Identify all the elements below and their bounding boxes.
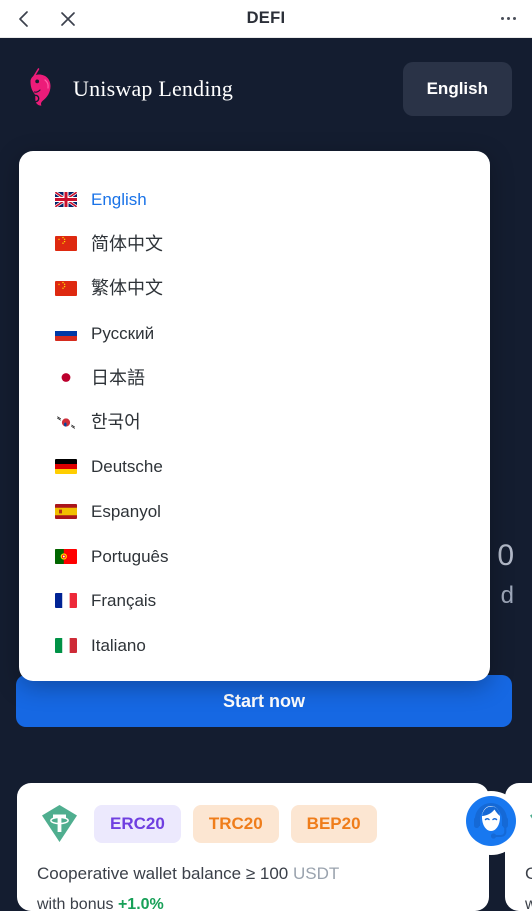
language-option-spanish[interactable]: Espanyol — [19, 489, 490, 534]
close-icon[interactable] — [58, 9, 78, 29]
language-option-german[interactable]: Deutsche — [19, 445, 490, 490]
language-option-french[interactable]: Français — [19, 578, 490, 623]
language-option-traditional-chinese[interactable]: 繁体中文 — [19, 266, 490, 311]
language-option-label: Русский — [91, 323, 155, 343]
promo-card-subtext: with bonus +1.0% — [37, 896, 469, 911]
flag-gb-icon — [55, 191, 77, 207]
language-option-japanese[interactable]: 日本語 — [19, 355, 490, 400]
flag-pt-icon — [55, 548, 77, 564]
language-option-label: Deutsche — [91, 457, 163, 477]
promo-card-condition: Cooperative wallet balance ≥ 100 — [37, 864, 289, 883]
language-option-label: 日本語 — [91, 367, 145, 388]
brand: Uniswap Lending — [18, 66, 233, 112]
flag-kr-icon — [55, 414, 77, 430]
flag-cn-icon — [55, 236, 77, 252]
flag-es-icon — [55, 503, 77, 519]
tether-icon — [37, 801, 82, 846]
language-option-label: 繁体中文 — [91, 278, 163, 299]
flag-cn-icon — [55, 280, 77, 296]
promo-card-header: ERC20 TRC20 BEP20 — [525, 801, 532, 846]
start-now-button[interactable]: Start now — [16, 675, 512, 727]
background-stat: 0 d — [497, 536, 514, 616]
promo-card-bonus-prefix: with bonus — [37, 895, 114, 911]
language-option-label: Français — [91, 591, 157, 611]
flag-de-icon — [55, 459, 77, 475]
language-option-italian[interactable]: Italiano — [19, 623, 490, 668]
language-option-korean[interactable]: 한국어 — [19, 400, 490, 445]
language-option-portuguese[interactable]: Português — [19, 534, 490, 579]
system-navbar: DEFI — [0, 0, 532, 38]
flag-it-icon — [55, 637, 77, 653]
chip-erc20[interactable]: ERC20 — [94, 804, 181, 843]
uniswap-unicorn-logo — [18, 66, 64, 112]
promo-card-condition: Cooperative wallet balance ≥ 500 — [525, 864, 532, 883]
more-dots — [500, 16, 516, 21]
chip-trc20[interactable]: TRC20 — [192, 804, 279, 843]
promo-card-subtext: with bonus +1.5% — [525, 896, 532, 911]
promo-card-text: Cooperative wallet balance ≥ 100 USDT — [37, 861, 469, 887]
language-option-label: Italiano — [91, 635, 146, 655]
promo-cards-row[interactable]: ERC20 TRC20 BEP20 Cooperative wallet bal… — [0, 783, 532, 911]
flag-fr-icon — [55, 593, 77, 609]
chip-bep20[interactable]: BEP20 — [290, 804, 377, 843]
flag-jp-icon — [55, 370, 77, 386]
flag-ru-icon — [55, 325, 77, 341]
tether-icon — [525, 801, 532, 846]
background-stat-unit: d — [500, 582, 514, 609]
promo-card-bonus-prefix: with bonus — [525, 895, 532, 911]
language-option-russian[interactable]: Русский — [19, 311, 490, 356]
background-stat-value: 0 — [497, 539, 514, 572]
language-option-label: Espanyol — [91, 501, 161, 521]
customer-support-button[interactable] — [459, 791, 523, 855]
promo-card-bonus-rate: +1.0% — [117, 895, 164, 911]
app-header: Uniswap Lending English — [0, 38, 532, 140]
language-dropdown-panel: English 简体中文 繁体中文 Русский 日本語 한국어 Deutsc… — [19, 151, 490, 681]
promo-card-text: Cooperative wallet balance ≥ 500 USDT — [525, 861, 532, 887]
app-screen: DEFI Uniswap Lending English 0 d Start n… — [0, 0, 532, 911]
promo-card[interactable]: ERC20 TRC20 BEP20 Cooperative wallet bal… — [17, 783, 489, 911]
promo-card-header: ERC20 TRC20 BEP20 — [37, 801, 469, 846]
language-option-simplified-chinese[interactable]: 简体中文 — [19, 222, 490, 267]
language-option-label: 한국어 — [91, 412, 141, 433]
more-horizontal-icon[interactable] — [500, 16, 516, 21]
promo-card-unit: USDT — [293, 864, 340, 883]
brand-name: Uniswap Lending — [73, 76, 234, 101]
page-title: DEFI — [246, 9, 286, 27]
language-option-english[interactable]: English — [19, 177, 490, 222]
language-selector-button[interactable]: English — [402, 62, 512, 116]
language-option-label: English — [91, 189, 147, 209]
navbar-left-actions — [16, 9, 78, 29]
language-option-label: 简体中文 — [91, 233, 163, 254]
chevron-left-icon[interactable] — [16, 9, 32, 29]
language-option-label: Português — [91, 546, 169, 566]
customer-service-headset-icon — [462, 792, 520, 855]
